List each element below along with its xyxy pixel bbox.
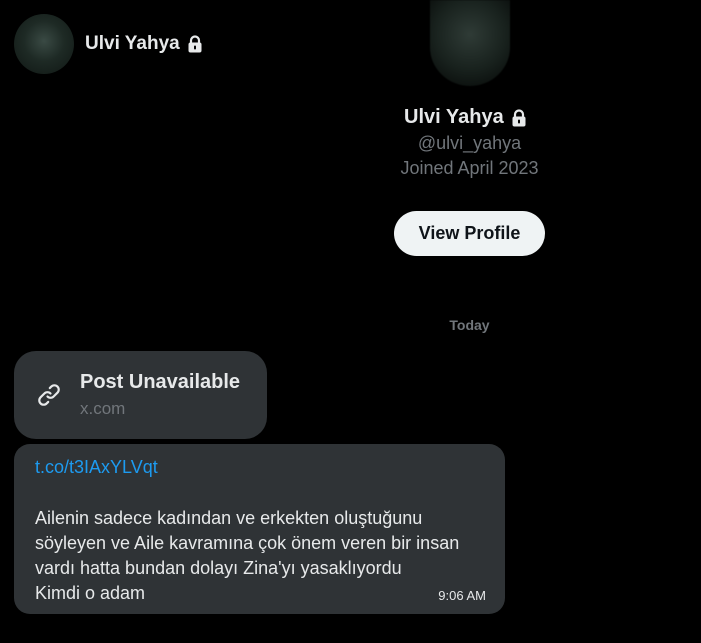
header-user[interactable]: Ulvi Yahya bbox=[85, 33, 203, 55]
message-line: söyleyen ve Aile kavramına çok önem vere… bbox=[35, 533, 460, 553]
message-timestamp: 9:06 AM bbox=[438, 588, 486, 603]
message-link[interactable]: t.co/t3IAxYLVqt bbox=[35, 457, 158, 478]
link-card-title: Post Unavailable bbox=[80, 371, 241, 393]
link-icon bbox=[38, 384, 60, 406]
date-divider: Today bbox=[449, 317, 490, 333]
profile-avatar[interactable] bbox=[430, 0, 510, 86]
lock-icon bbox=[188, 35, 202, 53]
link-preview-card[interactable]: Post Unavailable x.com bbox=[14, 351, 267, 439]
header-avatar[interactable] bbox=[14, 14, 74, 74]
header-user-name: Ulvi Yahya bbox=[85, 33, 180, 54]
view-profile-button[interactable]: View Profile bbox=[394, 211, 545, 256]
profile-joined-date: Joined April 2023 bbox=[400, 158, 539, 178]
message-line: Ailenin sadece kadından ve erkekten oluş… bbox=[35, 508, 423, 528]
message-bubble: t.co/t3IAxYLVqt Ailenin sadece kadından … bbox=[14, 444, 505, 614]
profile-user: Ulvi Yahya bbox=[404, 106, 527, 129]
profile-name: Ulvi Yahya bbox=[404, 106, 504, 128]
message-text: Ailenin sadece kadından ve erkekten oluş… bbox=[35, 506, 495, 606]
message-line: vardı hatta bundan dolayı Zina'yı yasakl… bbox=[35, 558, 402, 578]
lock-icon bbox=[512, 108, 526, 126]
message-line: Kimdi o adam bbox=[35, 583, 146, 603]
profile-handle: @ulvi_yahya bbox=[417, 133, 522, 153]
link-card-domain: x.com bbox=[80, 399, 126, 418]
